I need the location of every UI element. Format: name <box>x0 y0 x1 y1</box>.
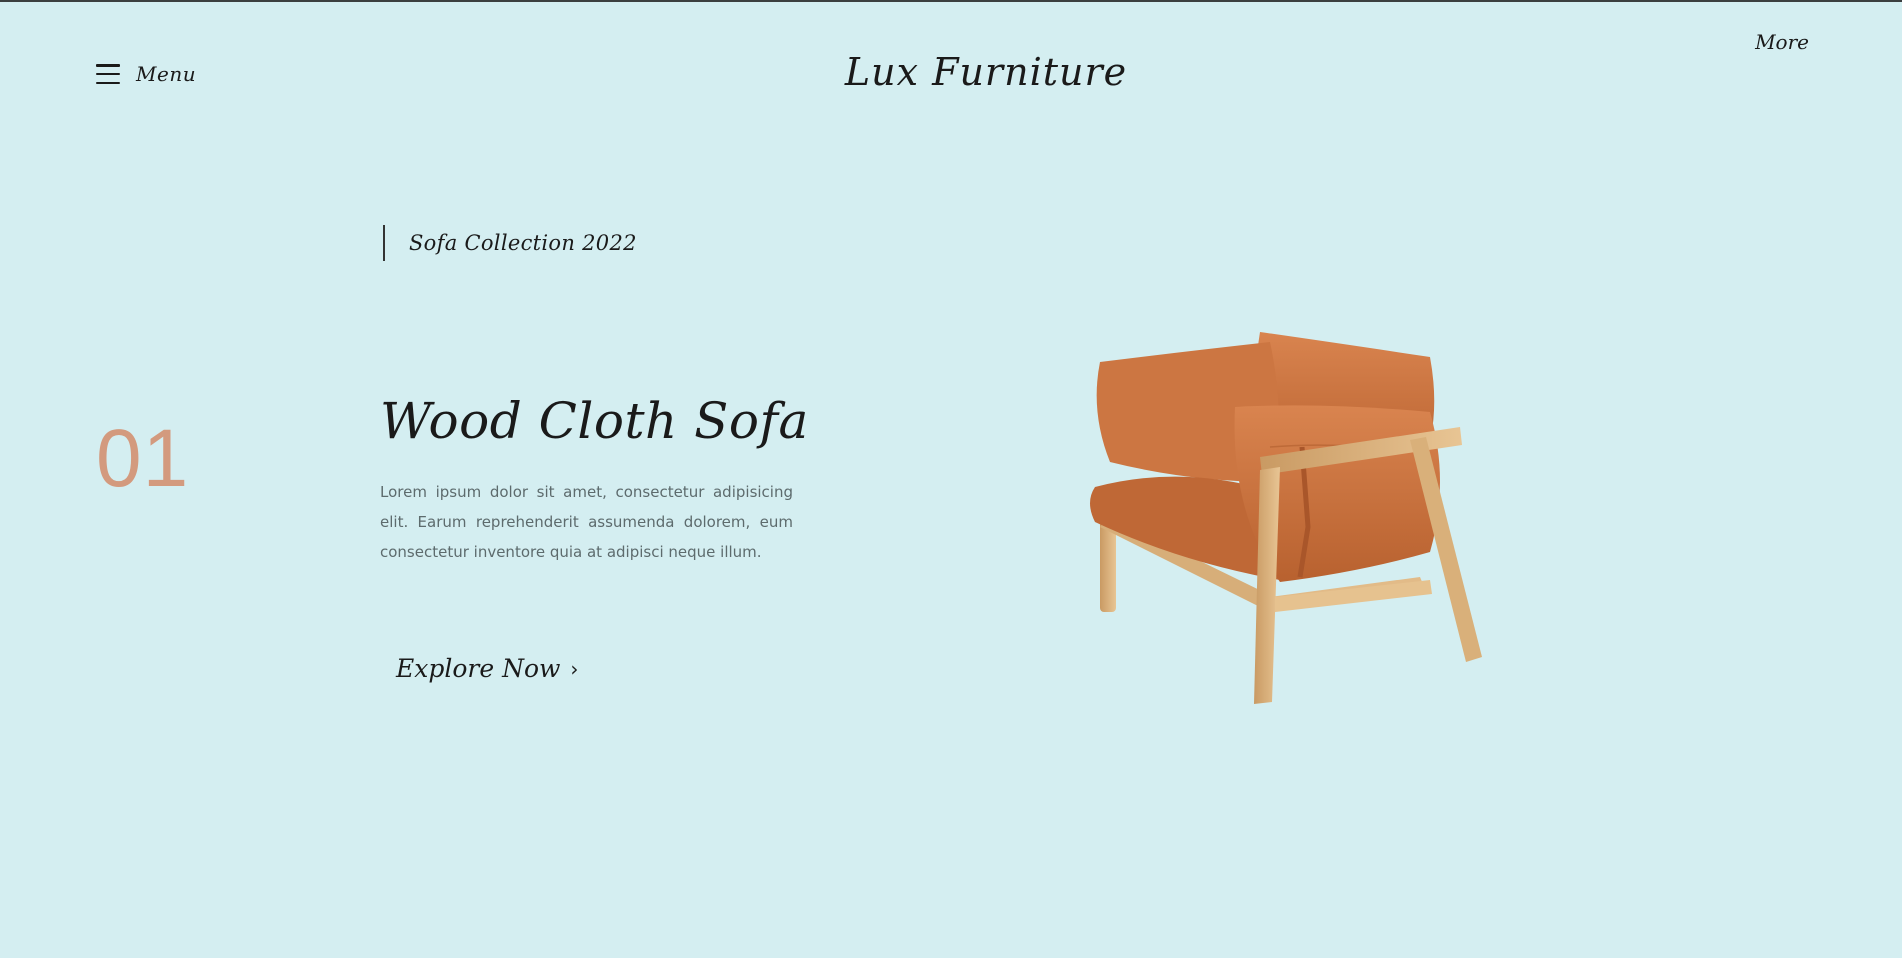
slide-number: 01 <box>96 413 190 504</box>
collection-label: Sofa Collection 2022 <box>409 231 637 255</box>
explore-now-label: Explore Now <box>396 654 561 683</box>
brand-logo[interactable]: Lux Furniture <box>0 50 1902 94</box>
chevron-right-icon: › <box>570 656 579 681</box>
explore-now-button[interactable]: Explore Now › <box>396 654 578 683</box>
chair-image <box>1090 332 1482 704</box>
product-description: Lorem ipsum dolor sit amet, consectetur … <box>380 483 793 561</box>
collection-divider <box>383 225 385 261</box>
more-link[interactable]: More <box>1755 30 1809 54</box>
product-title: Wood Cloth Sofa <box>380 392 809 450</box>
collection-tag: Sofa Collection 2022 <box>383 225 637 261</box>
